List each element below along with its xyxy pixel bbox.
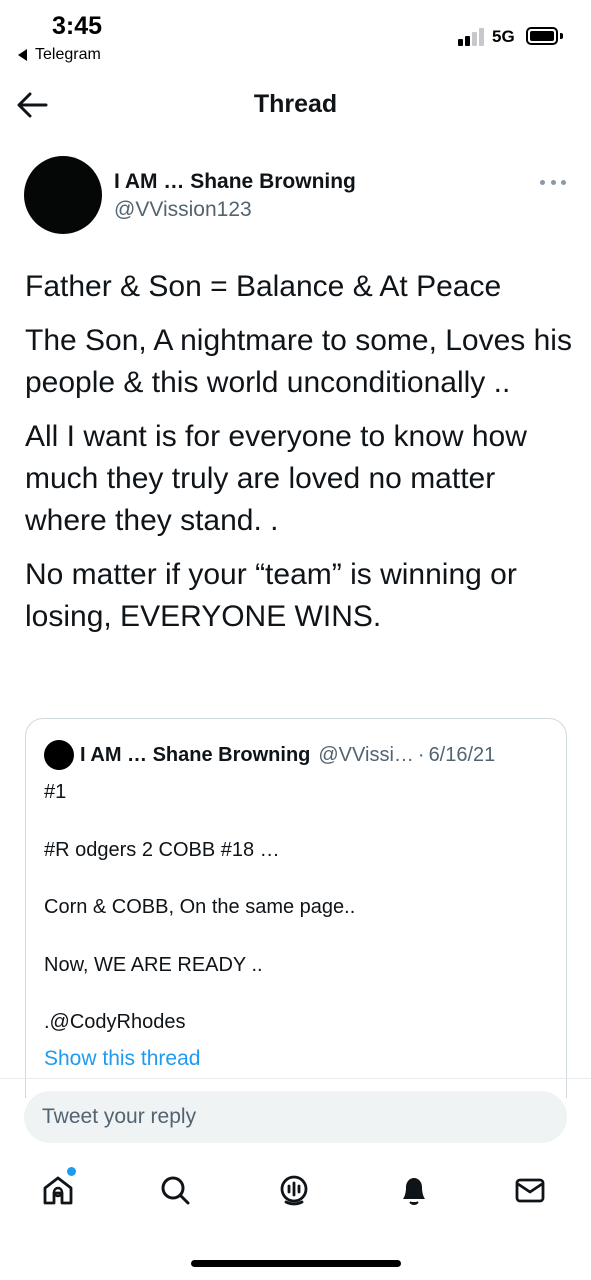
author-handle[interactable]: @VVission123: [114, 198, 252, 222]
quoted-author-avatar: [44, 740, 74, 770]
battery-icon: [526, 27, 558, 45]
back-app-label: Telegram: [35, 46, 101, 63]
search-icon[interactable]: [155, 1170, 195, 1210]
back-triangle-icon: [18, 49, 27, 61]
battery-cap: [560, 33, 563, 39]
separator-dot: ·: [417, 743, 425, 766]
tweet-paragraph: All I want is for everyone to know how m…: [25, 420, 527, 537]
back-to-app-link[interactable]: Telegram: [18, 46, 101, 64]
bottom-tab-bar: [0, 1162, 591, 1222]
reply-input[interactable]: [42, 1091, 542, 1143]
tweet-text: Father & Son = Balance & At Peace The So…: [25, 266, 575, 650]
spaces-icon[interactable]: [274, 1170, 314, 1210]
tweet-paragraph: No matter if your “team” is winning or l…: [25, 558, 517, 633]
notifications-icon[interactable]: [394, 1170, 434, 1210]
page-title: Thread: [253, 90, 338, 118]
home-indicator: [191, 1260, 401, 1267]
quoted-author-name: I AM … Shane Browning: [80, 743, 311, 766]
quoted-tweet[interactable]: I AM … Shane Browning @VVissi… · 6/16/21…: [25, 718, 567, 1098]
quoted-line: #1: [44, 781, 67, 803]
divider: [0, 1078, 591, 1079]
tweet-paragraph: The Son, A nightmare to some, Loves his …: [25, 324, 572, 399]
quoted-author-handle: @VVissi…: [318, 743, 414, 766]
reply-box[interactable]: [24, 1091, 567, 1143]
quoted-tweet-body: #1 #R odgers 2 COBB #18 … Corn & COBB, O…: [44, 779, 544, 1067]
quoted-line: Corn & COBB, On the same page..: [44, 896, 356, 918]
thread-header: Thread: [0, 76, 591, 134]
messages-icon[interactable]: [510, 1170, 550, 1210]
network-type: 5G: [492, 27, 515, 46]
home-icon[interactable]: [38, 1170, 78, 1210]
new-content-indicator: [67, 1167, 76, 1176]
quoted-line: Now, WE ARE READY ..: [44, 953, 263, 976]
more-options-icon[interactable]: [540, 178, 566, 186]
author-avatar[interactable]: [24, 156, 102, 234]
status-bar: 3:45 Telegram 5G: [0, 0, 591, 72]
show-thread-link[interactable]: Show this thread: [44, 1047, 200, 1071]
quoted-tweet-date: 6/16/21: [428, 743, 496, 766]
quoted-tweet-header: I AM … Shane Browning @VVissi… · 6/16/21: [44, 740, 496, 770]
status-time: 3:45: [52, 12, 103, 40]
quoted-line: #R odgers 2 COBB #18 …: [44, 838, 280, 861]
author-name[interactable]: I AM … Shane Browning: [114, 170, 356, 194]
signal-strength-icon: [458, 28, 484, 46]
tweet-paragraph: Father & Son = Balance & At Peace: [25, 270, 502, 303]
